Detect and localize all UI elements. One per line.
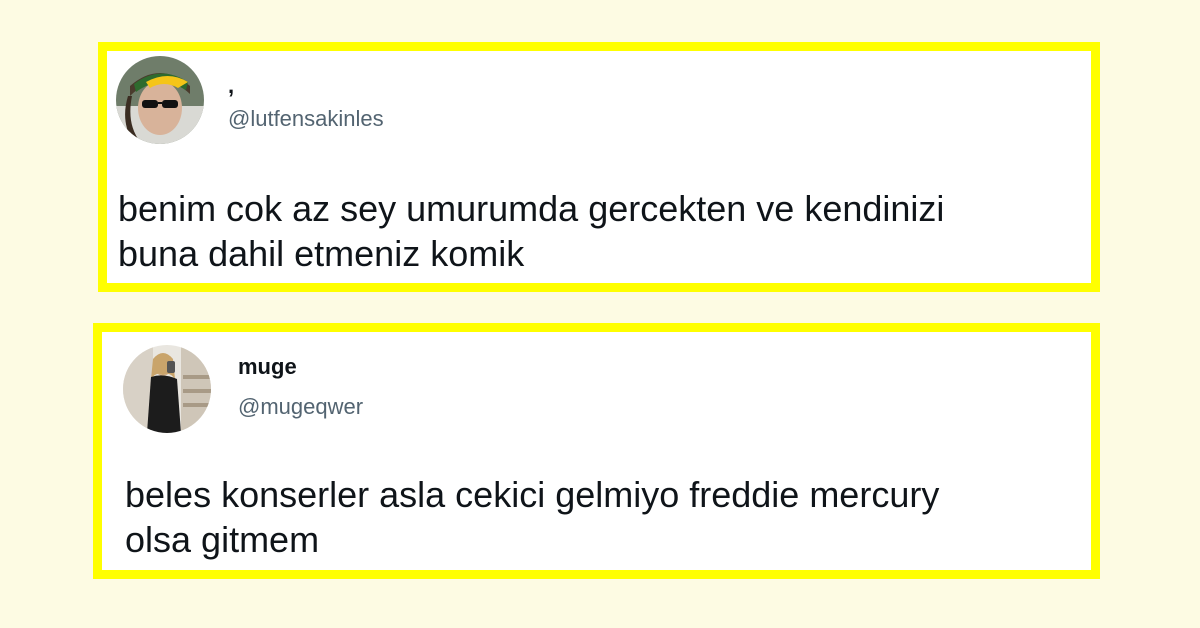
- tweet-text: benim cok az sey umurumda gercekten ve k…: [118, 186, 1093, 276]
- tweet-text-line: benim cok az sey umurumda gercekten ve k…: [118, 188, 945, 229]
- avatar[interactable]: [116, 56, 204, 144]
- avatar[interactable]: [123, 345, 211, 433]
- avatar-photo-icon: [123, 345, 211, 433]
- tweet-card: muge @mugeqwer beles konserler asla ceki…: [93, 323, 1100, 579]
- user-handle[interactable]: @lutfensakinles: [228, 106, 384, 132]
- tweet-card: , @lutfensakinles benim cok az sey umuru…: [98, 42, 1100, 292]
- tweet-text: beles konserler asla cekici gelmiyo fred…: [125, 472, 1095, 562]
- tweet-text-line: beles konserler asla cekici gelmiyo fred…: [125, 474, 940, 515]
- tweet-text-line: buna dahil etmeniz komik: [118, 233, 525, 274]
- display-name[interactable]: ,: [228, 73, 234, 99]
- user-handle[interactable]: @mugeqwer: [238, 394, 363, 420]
- tweet-text-line: olsa gitmem: [125, 519, 320, 560]
- avatar-photo-icon: [116, 56, 204, 144]
- display-name[interactable]: muge: [238, 354, 297, 380]
